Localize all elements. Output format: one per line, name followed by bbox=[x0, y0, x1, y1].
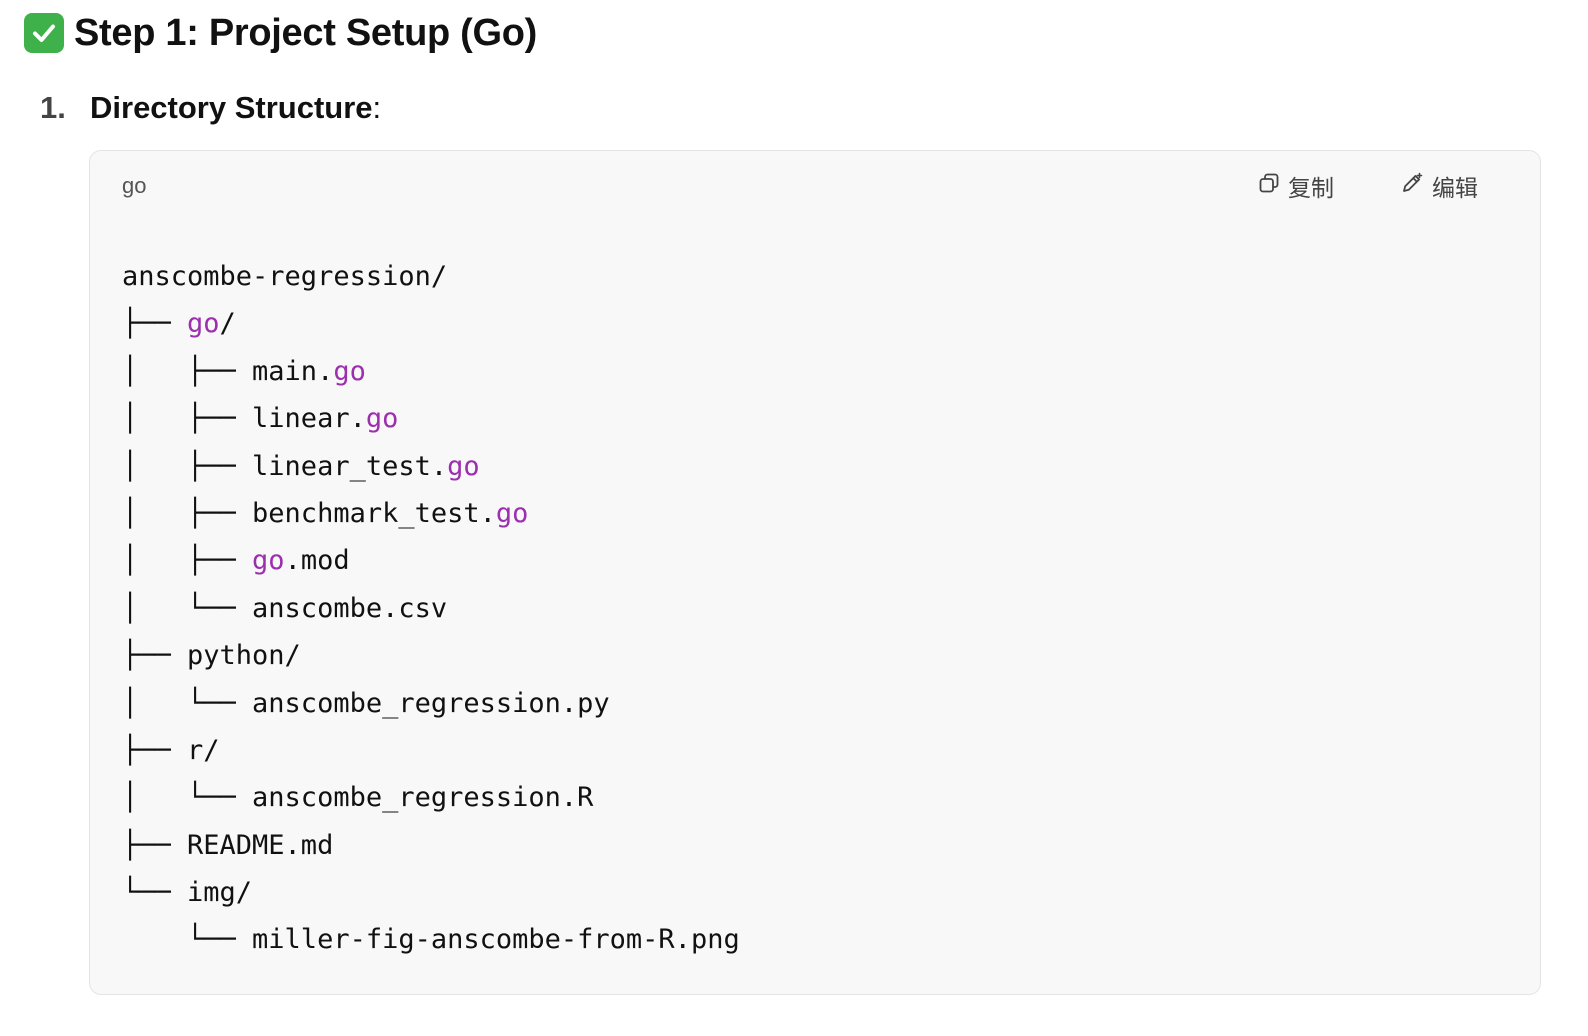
code-text: .mod bbox=[284, 545, 350, 577]
code-text: ├── r/ bbox=[122, 734, 220, 766]
code-keyword: go bbox=[187, 308, 220, 340]
code-content: anscombe-regression/├── go/│ ├── main.go… bbox=[122, 253, 740, 964]
page-heading: Step 1: Project Setup (Go) bbox=[24, 10, 537, 56]
code-text: ├── bbox=[122, 308, 188, 340]
code-text: │ └── anscombe.csv bbox=[122, 592, 448, 624]
code-line: anscombe-regression/ bbox=[122, 253, 740, 300]
check-mark-icon bbox=[24, 13, 64, 53]
code-block: go 复制 编辑 anscombe-regression/├── go/│ ├─… bbox=[89, 150, 1541, 995]
code-text: / bbox=[219, 308, 236, 340]
list-title-suffix: : bbox=[372, 90, 382, 125]
copy-button[interactable]: 复制 bbox=[1258, 169, 1334, 203]
code-line: │ ├── main.go bbox=[122, 348, 740, 395]
list-item: 1. Directory Structure : bbox=[40, 86, 381, 130]
code-text: │ ├── main. bbox=[122, 355, 334, 387]
code-line: │ └── anscombe_regression.R bbox=[122, 774, 740, 821]
list-number: 1. bbox=[40, 90, 66, 125]
code-line: ├── go/ bbox=[122, 300, 740, 347]
code-line: ├── python/ bbox=[122, 632, 740, 679]
list-title: Directory Structure bbox=[90, 90, 373, 125]
code-keyword: go bbox=[447, 450, 480, 482]
code-text: ├── README.md bbox=[122, 829, 334, 861]
code-text: │ ├── linear_test. bbox=[122, 450, 448, 482]
code-line: │ ├── linear.go bbox=[122, 395, 740, 442]
code-line: │ └── anscombe_regression.py bbox=[122, 680, 740, 727]
code-keyword: go bbox=[365, 403, 399, 435]
code-keyword: go bbox=[495, 497, 529, 529]
copy-icon bbox=[1258, 172, 1280, 200]
code-text: └── img/ bbox=[122, 877, 253, 909]
code-text: anscombe-regression/ bbox=[122, 261, 448, 292]
code-keyword: go bbox=[333, 355, 366, 387]
code-line: │ ├── go.mod bbox=[122, 537, 740, 584]
code-line: ├── r/ bbox=[122, 727, 740, 774]
code-text: │ ├── linear. bbox=[122, 403, 366, 435]
edit-icon bbox=[1400, 171, 1424, 201]
code-text: │ └── anscombe_regression.py bbox=[122, 687, 610, 719]
code-language-label: go bbox=[122, 173, 147, 198]
code-line: ├── README.md bbox=[122, 822, 740, 869]
code-line: │ └── anscombe.csv bbox=[122, 585, 740, 632]
code-text: └── miller-fig-anscombe-from-R.png bbox=[122, 924, 740, 956]
code-text: ├── python/ bbox=[122, 640, 301, 672]
code-text: │ ├── bbox=[122, 545, 253, 577]
code-line: └── img/ bbox=[122, 869, 740, 916]
code-keyword: go bbox=[252, 545, 285, 577]
code-line: └── miller-fig-anscombe-from-R.png bbox=[122, 916, 740, 963]
edit-button[interactable]: 编辑 bbox=[1400, 169, 1478, 203]
code-text: │ ├── benchmark_test. bbox=[122, 497, 496, 529]
copy-label: 复制 bbox=[1288, 175, 1334, 201]
edit-label: 编辑 bbox=[1432, 175, 1478, 201]
code-text: │ └── anscombe_regression.R bbox=[122, 782, 594, 814]
code-line: │ ├── linear_test.go bbox=[122, 443, 740, 490]
heading-text: Step 1: Project Setup (Go) bbox=[74, 11, 538, 54]
code-line: │ ├── benchmark_test.go bbox=[122, 490, 740, 537]
